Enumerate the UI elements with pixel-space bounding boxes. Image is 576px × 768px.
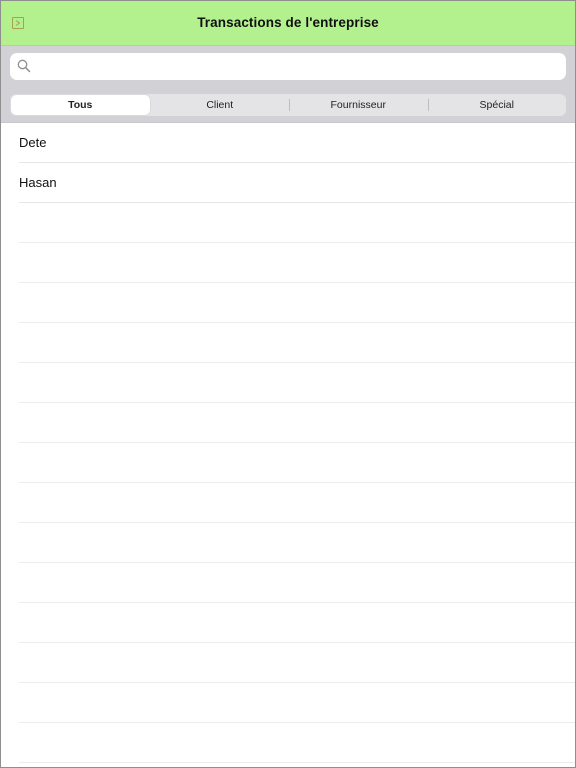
search-bar: [1, 46, 575, 90]
empty-row: [19, 563, 575, 603]
empty-row: [19, 363, 575, 403]
navigation-bar: Transactions de l'entreprise: [1, 1, 575, 46]
empty-row: [19, 283, 575, 323]
list-item-label: Dete: [19, 135, 47, 150]
empty-row: [19, 523, 575, 563]
empty-row: [19, 323, 575, 363]
segment-fournisseur[interactable]: Fournisseur: [289, 94, 428, 116]
filter-bar: Tous Client Fournisseur Spécial: [1, 90, 575, 123]
empty-row: [19, 643, 575, 683]
list-item[interactable]: Dete: [19, 123, 575, 163]
search-icon: [17, 59, 31, 73]
page-title: Transactions de l'entreprise: [197, 15, 379, 30]
empty-row: [19, 723, 575, 763]
empty-row: [19, 603, 575, 643]
list-item[interactable]: Hasan: [19, 163, 575, 203]
transactions-list: Dete Hasan: [1, 123, 575, 763]
segment-tous[interactable]: Tous: [11, 95, 150, 115]
empty-row: [19, 243, 575, 283]
segment-special[interactable]: Spécial: [427, 94, 567, 116]
search-field-container[interactable]: [10, 53, 566, 80]
filter-segmented-control: Tous Client Fournisseur Spécial: [10, 94, 566, 116]
empty-row: [19, 483, 575, 523]
empty-row: [19, 403, 575, 443]
app-window: Transactions de l'entreprise Tous Client…: [0, 0, 576, 768]
list-item-label: Hasan: [19, 175, 57, 190]
segment-client[interactable]: Client: [151, 94, 290, 116]
empty-row: [19, 443, 575, 483]
search-input[interactable]: [36, 53, 558, 80]
empty-row: [19, 683, 575, 723]
empty-row: [19, 203, 575, 243]
